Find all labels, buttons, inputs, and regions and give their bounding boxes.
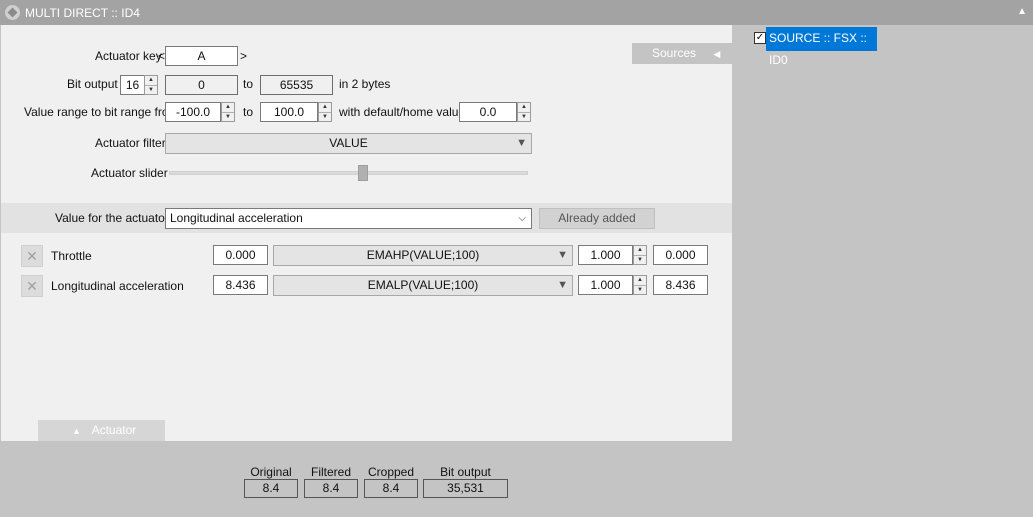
original-label: Original — [250, 465, 292, 479]
actuator-key-label: Actuator key — [95, 49, 162, 63]
dropdown-arrow-icon: ▼ — [557, 249, 568, 261]
bit-range-to: 65535 — [260, 75, 333, 95]
row-filter-dropdown[interactable]: EMAHP(VALUE;100) ▼ — [273, 245, 573, 266]
bit-output-bytes: in 2 bytes — [339, 77, 391, 91]
actuator-tab[interactable]: ▲ Actuator — [38, 420, 165, 441]
close-icon: ✕ — [26, 278, 38, 294]
window-title: MULTI DIRECT :: ID4 — [25, 6, 140, 20]
actuator-slider-thumb[interactable] — [357, 165, 368, 181]
dropdown-arrow-icon: ▼ — [557, 279, 568, 291]
actuator-filter-label: Actuator filter — [95, 136, 166, 150]
actuator-slider-label: Actuator slider — [91, 166, 168, 180]
value-for-actuator-selected: Longitudinal acceleration — [170, 211, 303, 225]
bit-range-from: 0 — [165, 75, 238, 95]
filtered-label: Filtered — [310, 465, 351, 479]
value-range-to-input[interactable]: 100.0 — [260, 102, 318, 122]
value-for-actuator-dropdown[interactable]: Longitudinal acceleration ⌵ — [165, 208, 532, 229]
chevron-down-icon: ⌵ — [518, 213, 526, 224]
original-value: 8.4 — [244, 479, 298, 498]
value-range-from-spinner[interactable]: ▲ ▼ — [221, 102, 235, 122]
row-factor-spinner[interactable]: ▲ ▼ — [633, 245, 647, 265]
bit-output-summary-label: Bit output — [440, 465, 491, 479]
triangle-left-icon: ◀ — [713, 49, 721, 59]
triangle-up-icon[interactable]: ▲ — [1017, 6, 1027, 17]
row-result: 8.436 — [653, 275, 708, 295]
row-result: 0.000 — [653, 245, 708, 265]
default-value-input[interactable]: 0.0 — [459, 102, 517, 122]
already-added-button[interactable]: Already added — [539, 208, 655, 229]
value-range-label: Value range to bit range from — [24, 105, 179, 119]
row-name: Longitudinal acceleration — [51, 279, 184, 293]
actuator-key-next[interactable]: > — [240, 49, 247, 63]
title-bar — [0, 0, 1033, 25]
app-icon — [5, 5, 20, 20]
row-filter-dropdown[interactable]: EMALP(VALUE;100) ▼ — [273, 275, 573, 296]
value-range-from-input[interactable]: -100.0 — [165, 102, 221, 122]
row-factor-input[interactable]: 1.000 — [578, 245, 633, 265]
remove-throttle-button[interactable]: ✕ — [21, 245, 43, 267]
actuator-filter-dropdown[interactable]: VALUE ▼ — [165, 133, 532, 154]
close-icon: ✕ — [26, 248, 38, 264]
row-name: Throttle — [51, 249, 92, 263]
sources-tab[interactable]: Sources ◀ — [632, 43, 732, 64]
actuator-key-prev[interactable]: < — [158, 49, 165, 63]
actuator-filter-value: VALUE — [329, 136, 368, 150]
row-value: 0.000 — [213, 245, 268, 265]
bit-count-input[interactable]: 16 — [120, 75, 145, 95]
source-item[interactable]: SOURCE :: FSX :: ID0 — [766, 27, 877, 67]
sources-tab-label: Sources — [652, 46, 697, 60]
filtered-value: 8.4 — [304, 479, 358, 498]
actuator-slider-track[interactable] — [169, 171, 528, 175]
source-checkbox[interactable]: ✓ — [754, 32, 766, 44]
actuator-tab-label: Actuator — [91, 423, 137, 437]
triangle-up-icon: ▲ — [72, 426, 81, 436]
row-value: 8.436 — [213, 275, 268, 295]
dropdown-arrow-icon: ▼ — [516, 137, 527, 149]
default-value-label: with default/home value — [339, 105, 466, 119]
remove-longitudinal-acceleration-button[interactable]: ✕ — [21, 275, 43, 297]
value-range-to-spinner[interactable]: ▲ ▼ — [318, 102, 332, 122]
bit-count-spinner[interactable]: ▲ ▼ — [144, 75, 158, 95]
row-factor-input[interactable]: 1.000 — [578, 275, 633, 295]
bit-output-label: Bit output — [67, 77, 118, 91]
value-range-to-label: to — [243, 105, 254, 119]
cropped-label: Cropped — [367, 465, 415, 479]
row-filter-value: EMAHP(VALUE;100) — [366, 248, 480, 262]
bit-range-to-label: to — [243, 77, 254, 91]
cropped-value: 8.4 — [364, 479, 418, 498]
row-factor-spinner[interactable]: ▲ ▼ — [633, 275, 647, 295]
row-filter-value: EMALP(VALUE;100) — [367, 278, 479, 292]
sources-panel — [733, 25, 1033, 517]
bit-output-summary-value: 35,531 — [423, 479, 508, 498]
default-value-spinner[interactable]: ▲ ▼ — [517, 102, 531, 122]
actuator-key-input[interactable]: A — [165, 46, 238, 66]
value-for-actuator-label: Value for the actuator — [55, 211, 169, 225]
